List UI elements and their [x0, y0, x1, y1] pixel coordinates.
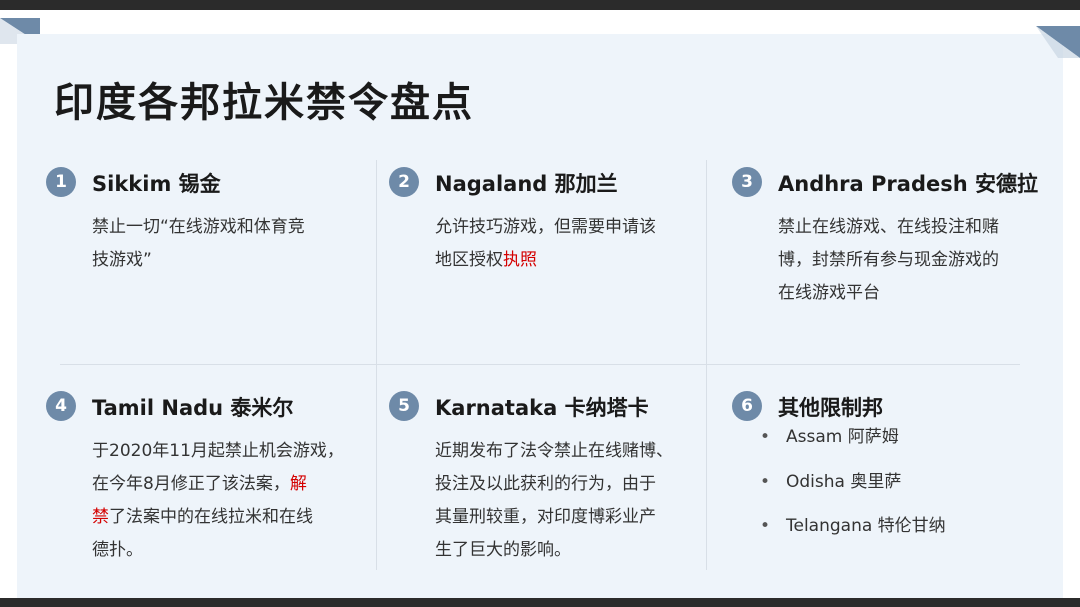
- body-line: 了法案中的在线拉米和在线: [109, 507, 313, 527]
- card-heading: Nagaland 那加兰: [435, 172, 618, 196]
- card-body: 禁止一切“在线游戏和体育竞 技游戏”: [92, 211, 305, 277]
- list-item: • Assam 阿萨姆: [760, 427, 899, 447]
- number-badge: 4: [46, 391, 76, 421]
- number-badge: 6: [732, 391, 762, 421]
- divider: [60, 364, 1020, 365]
- body-line: 技游戏”: [92, 250, 152, 270]
- list-item: • Odisha 奥里萨: [760, 471, 902, 492]
- body-line: 在线游戏平台: [778, 283, 880, 303]
- body-line: 德扑。: [92, 540, 143, 560]
- number-badge: 1: [46, 167, 76, 197]
- number-badge: 3: [732, 167, 762, 197]
- card-nagaland: 2 Nagaland 那加兰 允许技巧游戏，但需要申请该 地区授权执照: [389, 167, 699, 347]
- number-badge: 5: [389, 391, 419, 421]
- body-line: 于2020年11月起禁止机会游戏，: [92, 441, 344, 461]
- card-body: 允许技巧游戏，但需要申请该 地区授权执照: [435, 211, 656, 277]
- state-list: • Assam 阿萨姆 • Odisha 奥里萨 • Telangana 特伦甘纳: [760, 426, 946, 560]
- body-line: 禁止一切“在线游戏和体育竞: [92, 217, 305, 237]
- bullet-icon: •: [760, 471, 771, 492]
- card-heading: Andhra Pradesh 安德拉: [778, 172, 1038, 196]
- body-line: 在今年8月修正了该法案，: [92, 474, 290, 494]
- body-line: 生了巨大的影响。: [435, 540, 571, 560]
- bullet-icon: •: [760, 427, 771, 447]
- card-body: 近期发布了法令禁止在线赌博、 投注及以此获利的行为，由于 其量刑较重，对印度博彩…: [435, 435, 673, 567]
- card-body: 于2020年11月起禁止机会游戏， 在今年8月修正了该法案，解 禁了法案中的在线…: [92, 435, 344, 567]
- card-tamil-nadu: 4 Tamil Nadu 泰米尔 于2020年11月起禁止机会游戏， 在今年8月…: [46, 391, 366, 581]
- body-line: 近期发布了法令禁止在线赌博、: [435, 441, 673, 461]
- corner-decoration-right: [1036, 26, 1080, 58]
- bullet-icon: •: [760, 516, 771, 536]
- card-heading: Sikkim 锡金: [92, 172, 221, 196]
- body-line: 地区授权: [435, 250, 503, 270]
- card-heading: Karnataka 卡纳塔卡: [435, 396, 649, 420]
- body-line: 博，封禁所有参与现金游戏的: [778, 250, 999, 270]
- card-heading: 其他限制邦: [778, 396, 883, 420]
- number-badge: 2: [389, 167, 419, 197]
- card-body: 禁止在线游戏、在线投注和赌 博，封禁所有参与现金游戏的 在线游戏平台: [778, 211, 999, 310]
- body-line: 其量刑较重，对印度博彩业产: [435, 507, 656, 527]
- list-item: • Telangana 特伦甘纳: [760, 516, 946, 536]
- divider: [376, 160, 377, 570]
- body-line: 允许技巧游戏，但需要申请该: [435, 217, 656, 237]
- card-heading: Tamil Nadu 泰米尔: [92, 396, 294, 420]
- highlight-text: 解: [289, 474, 307, 494]
- highlight-text: 执照: [503, 250, 537, 270]
- body-line: 投注及以此获利的行为，由于: [435, 474, 656, 494]
- card-other-states: 6 其他限制邦 • Assam 阿萨姆 • Odisha 奥里萨 • Telangan…: [732, 391, 1052, 581]
- page-title: 印度各邦拉米禁令盘点: [54, 80, 474, 126]
- card-karnataka: 5 Karnataka 卡纳塔卡 近期发布了法令禁止在线赌博、 投注及以此获利的…: [389, 391, 709, 581]
- card-sikkim: 1 Sikkim 锡金 禁止一切“在线游戏和体育竞 技游戏”: [46, 167, 346, 347]
- highlight-text: 禁: [92, 507, 109, 527]
- card-andhra-pradesh: 3 Andhra Pradesh 安德拉 禁止在线游戏、在线投注和赌 博，封禁所…: [732, 167, 1062, 347]
- body-line: 禁止在线游戏、在线投注和赌: [778, 217, 999, 237]
